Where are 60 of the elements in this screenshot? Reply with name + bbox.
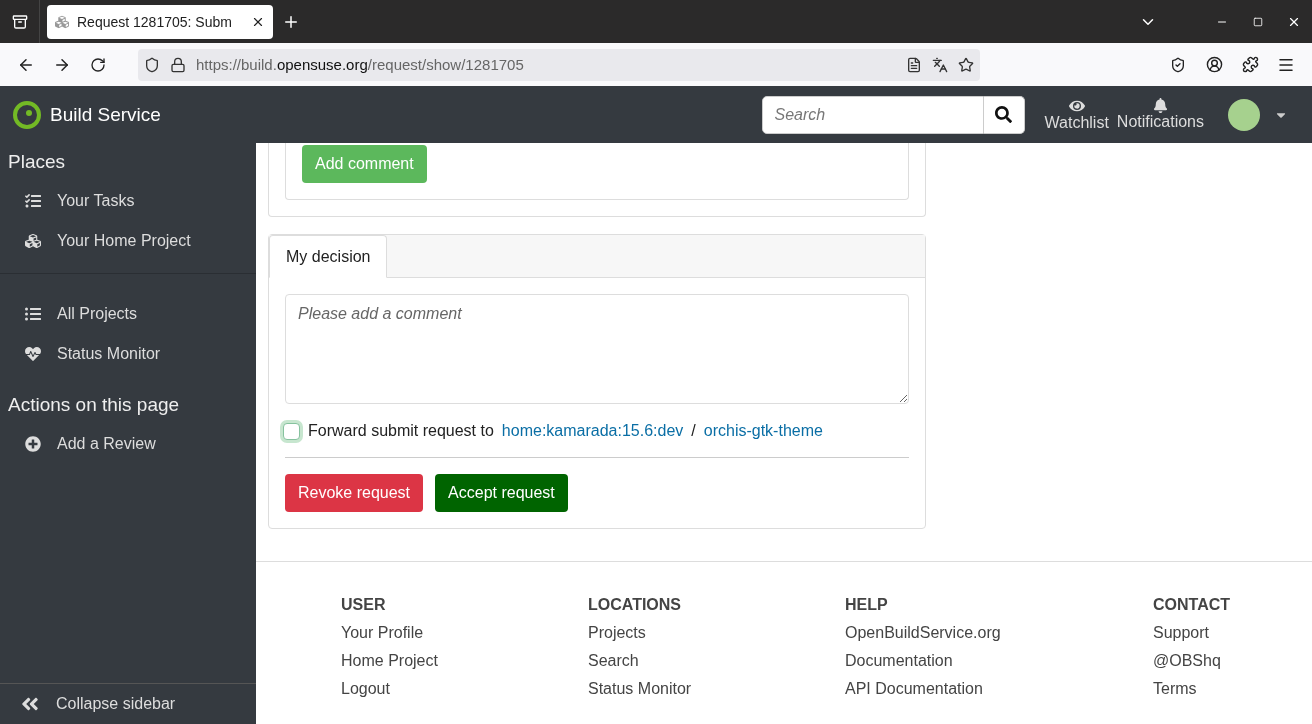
plus-icon: [24, 436, 41, 452]
sidebar-heading: Actions on this page: [7, 393, 181, 417]
sidebar-item[interactable]: Add a Review: [0, 424, 256, 464]
project-link[interactable]: home:kamarada:15.6:dev: [501, 422, 684, 440]
list-icon: [24, 306, 41, 322]
forward-checkbox[interactable]: [283, 422, 300, 440]
url-text: https://build.opensuse.org/request/show/1281705: [196, 56, 525, 73]
sidebar-item[interactable]: All Projects: [0, 294, 256, 334]
footer-heading: HELP: [845, 596, 889, 614]
footer-link[interactable]: Support: [1153, 624, 1312, 642]
footer-link[interactable]: Home Project: [341, 652, 588, 670]
accept-button[interactable]: Accept request: [435, 474, 568, 512]
footer-heading: USER: [341, 596, 387, 614]
puzzle-icon[interactable]: [1241, 56, 1259, 73]
package-link[interactable]: orchis-gtk-theme: [703, 422, 823, 440]
site-icon: [55, 14, 69, 29]
footer-link[interactable]: @OBShq: [1153, 652, 1312, 670]
maximize-icon[interactable]: [1253, 16, 1263, 27]
footer-link[interactable]: API Documentation: [845, 680, 1153, 698]
sidebar-heading: Places: [7, 150, 67, 174]
footer-link[interactable]: Terms: [1153, 680, 1312, 698]
avatar[interactable]: [1228, 98, 1260, 131]
decision-tab[interactable]: My decision: [269, 235, 388, 278]
brand-name[interactable]: Build Service: [50, 103, 161, 126]
separator-text: /: [691, 422, 696, 440]
shield-icon: [144, 56, 160, 73]
account-icon[interactable]: [1205, 56, 1223, 73]
tab-title: Request 1281705: Subm: [77, 13, 233, 30]
reload-icon[interactable]: [90, 56, 106, 73]
footer-heading: LOCATIONS: [588, 596, 683, 614]
sidebar-item[interactable]: Your Home Project: [0, 221, 256, 261]
sidebar-item[interactable]: Status Monitor: [0, 334, 256, 374]
lock-icon: [170, 56, 186, 73]
footer-heading: CONTACT: [1153, 596, 1232, 614]
footer-link[interactable]: Documentation: [845, 652, 1153, 670]
footer-link[interactable]: OpenBuildService.org: [845, 624, 1153, 642]
search-button[interactable]: [983, 95, 1025, 134]
tasks-icon: [24, 193, 41, 209]
translate-icon[interactable]: [932, 56, 948, 73]
footer-link[interactable]: Your Profile: [341, 624, 588, 642]
nav-link[interactable]: Watchlist: [1040, 97, 1113, 132]
reader-view-icon[interactable]: [906, 56, 922, 73]
footer-link[interactable]: Projects: [588, 624, 845, 642]
forward-label: Forward submit request to: [308, 422, 494, 440]
footer-link[interactable]: Status Monitor: [588, 680, 845, 698]
sidebar-item[interactable]: Your Tasks: [0, 181, 256, 221]
bookmark-star-icon[interactable]: [958, 56, 974, 73]
address-bar[interactable]: https://build.opensuse.org/request/show/1281705: [138, 48, 980, 81]
search-field[interactable]: Search: [761, 95, 984, 134]
heartbeat-icon: [24, 346, 41, 362]
browser-tab[interactable]: Request 1281705: Subm: [47, 4, 273, 39]
revoke-button[interactable]: Revoke request: [285, 474, 424, 512]
bell-icon: [1152, 98, 1168, 113]
footer-link[interactable]: Search: [588, 652, 845, 670]
cubes-icon: [24, 233, 41, 249]
tab-list-icon[interactable]: [11, 13, 28, 30]
footer-link[interactable]: Logout: [341, 680, 588, 698]
nav-link[interactable]: Notifications: [1112, 98, 1208, 131]
comment-field[interactable]: Please add a comment: [285, 294, 909, 404]
search-icon: [995, 106, 1013, 123]
